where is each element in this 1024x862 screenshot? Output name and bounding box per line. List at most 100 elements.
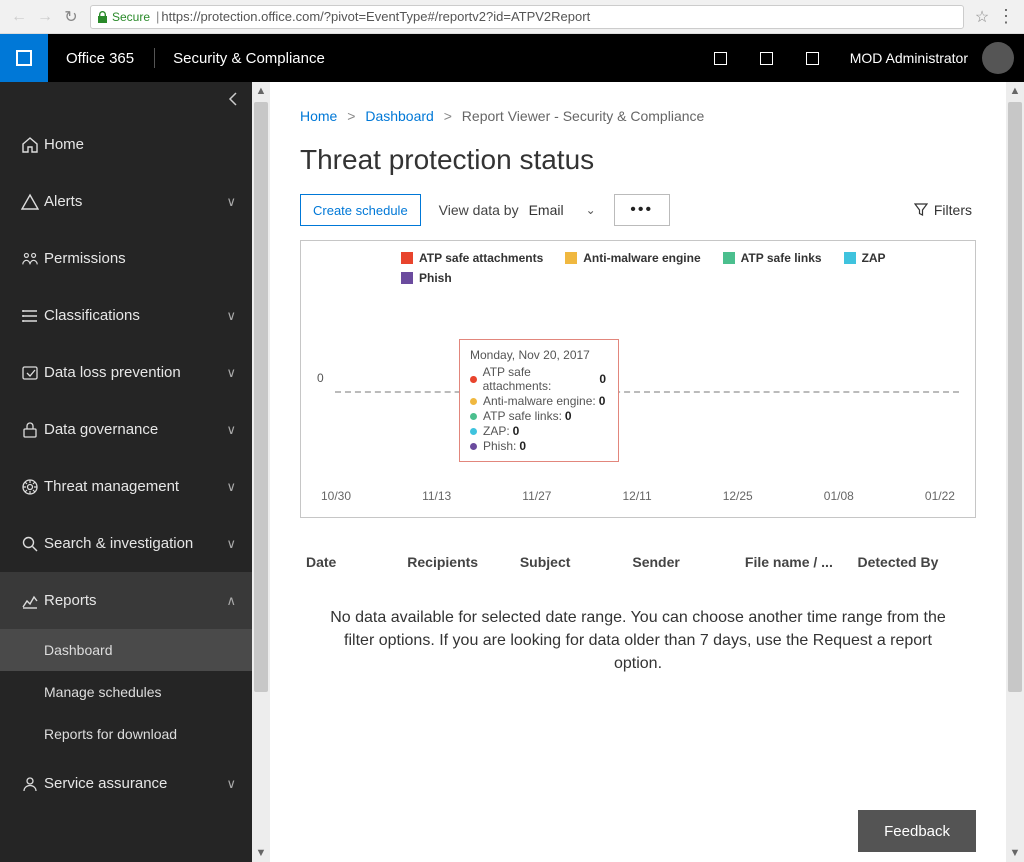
scroll-down-icon[interactable]: ▼ (252, 844, 270, 862)
header-icon-2[interactable] (744, 34, 790, 82)
tooltip-row: ATP safe attachments: 0 (470, 365, 606, 393)
x-tick: 11/27 (522, 489, 551, 503)
lock-icon (16, 421, 44, 439)
column-header[interactable]: Recipients (407, 554, 520, 570)
column-header[interactable]: Detected By (857, 554, 970, 570)
column-header[interactable]: Subject (520, 554, 633, 570)
app-title: Security & Compliance (157, 50, 341, 67)
scroll-up-icon[interactable]: ▲ (252, 82, 270, 100)
tooltip-dot (470, 428, 477, 435)
legend-label: Phish (419, 271, 452, 285)
sidebar-subitem-dashboard[interactable]: Dashboard (0, 629, 252, 671)
content-area: ▲ ▼ ▲ ▼ Home > Dashboard > Report Viewer… (252, 82, 1024, 862)
legend-label: ATP safe links (741, 251, 822, 265)
browser-menu-button[interactable]: ⋮ (994, 6, 1018, 27)
x-tick: 12/25 (723, 489, 753, 503)
sidebar-collapse[interactable] (0, 82, 252, 116)
secure-badge: Secure (97, 10, 150, 24)
header-icon-3[interactable] (790, 34, 836, 82)
user-avatar[interactable] (982, 42, 1014, 74)
reports-icon (16, 592, 44, 610)
tooltip-row: ZAP: 0 (470, 424, 606, 438)
create-schedule-button[interactable]: Create schedule (300, 194, 421, 226)
breadcrumb-home[interactable]: Home (300, 108, 337, 124)
chart-body: 0 Monday, Nov 20, 2017 ATP safe attachme… (317, 299, 959, 473)
legend-item[interactable]: Anti-malware engine (565, 251, 700, 265)
chevron-down-icon: ∨ (226, 194, 236, 210)
address-bar[interactable]: Secure | https://protection.office.com/?… (90, 5, 964, 29)
sidebar-item-label: Home (44, 136, 236, 153)
scroll-down-icon[interactable]: ▼ (1006, 844, 1024, 862)
breadcrumb-dashboard[interactable]: Dashboard (365, 108, 434, 124)
legend-item[interactable]: Phish (401, 271, 452, 285)
legend-item[interactable]: ATP safe links (723, 251, 822, 265)
sidebar-item-search-investigation[interactable]: Search & investigation∨ (0, 515, 252, 572)
filters-button[interactable]: Filters (914, 202, 972, 218)
secure-label: Secure (112, 10, 150, 24)
back-button[interactable]: ← (6, 4, 32, 30)
header-icon-1[interactable] (698, 34, 744, 82)
sidebar: HomeAlerts∨PermissionsClassifications∨Da… (0, 82, 252, 862)
scroll-thumb[interactable] (1008, 102, 1022, 692)
suite-header: Office 365 Security & Compliance MOD Adm… (0, 34, 1024, 82)
sidebar-item-label: Service assurance (44, 775, 226, 792)
column-header[interactable]: Date (306, 554, 407, 570)
user-name[interactable]: MOD Administrator (836, 50, 982, 66)
feedback-button[interactable]: Feedback (858, 810, 976, 852)
scroll-up-icon[interactable]: ▲ (1006, 82, 1024, 100)
x-tick: 12/11 (623, 489, 652, 503)
tooltip-dot (470, 443, 477, 450)
sidebar-item-classifications[interactable]: Classifications∨ (0, 287, 252, 344)
sidebar-item-data-loss-prevention[interactable]: Data loss prevention∨ (0, 344, 252, 401)
column-header[interactable]: File name / ... (745, 554, 858, 570)
sidebar-subitem-manage-schedules[interactable]: Manage schedules (0, 671, 252, 713)
app-launcher[interactable] (0, 34, 48, 82)
table-header: DateRecipientsSubjectSenderFile name / .… (270, 518, 1006, 582)
tooltip-row: Anti-malware engine: 0 (470, 394, 606, 408)
waffle-icon (16, 50, 32, 66)
suite-brand[interactable]: Office 365 (48, 50, 152, 67)
x-tick: 11/13 (422, 489, 451, 503)
sidebar-item-data-governance[interactable]: Data governance∨ (0, 401, 252, 458)
forward-button[interactable]: → (32, 4, 58, 30)
legend-item[interactable]: ATP safe attachments (401, 251, 543, 265)
legend-label: Anti-malware engine (583, 251, 700, 265)
scrollbar-right[interactable]: ▲ ▼ (1006, 82, 1024, 862)
sidebar-item-threat-management[interactable]: Threat management∨ (0, 458, 252, 515)
chevron-down-icon: ∨ (226, 536, 236, 552)
bookmark-button[interactable]: ☆ (970, 7, 994, 27)
legend-swatch (401, 272, 413, 284)
tooltip-dot (470, 413, 477, 420)
legend-item[interactable]: ZAP (844, 251, 886, 265)
legend-label: ZAP (862, 251, 886, 265)
filter-icon (914, 203, 928, 217)
no-data-message: No data available for selected date rang… (270, 582, 1006, 700)
dlp-icon (16, 364, 44, 382)
sidebar-item-service-assurance[interactable]: Service assurance∨ (0, 755, 252, 812)
filters-label: Filters (934, 202, 972, 218)
sidebar-item-label: Classifications (44, 307, 226, 324)
sidebar-item-reports[interactable]: Reports∧ (0, 572, 252, 629)
column-header[interactable]: Sender (632, 554, 745, 570)
more-actions-button[interactable]: ••• (614, 194, 670, 226)
sidebar-item-label: Reports (44, 592, 226, 609)
lock-icon (97, 11, 108, 23)
sidebar-item-alerts[interactable]: Alerts∨ (0, 173, 252, 230)
page: Home > Dashboard > Report Viewer - Secur… (270, 82, 1006, 862)
legend-swatch (723, 252, 735, 264)
permissions-icon (16, 250, 44, 268)
sidebar-item-permissions[interactable]: Permissions (0, 230, 252, 287)
class-icon (16, 307, 44, 325)
threat-icon (16, 478, 44, 496)
sidebar-subitem-reports-for-download[interactable]: Reports for download (0, 713, 252, 755)
browser-chrome: ← → ↻ Secure | https://protection.office… (0, 0, 1024, 34)
scrollbar-left[interactable]: ▲ ▼ (252, 82, 270, 862)
sidebar-item-home[interactable]: Home (0, 116, 252, 173)
scroll-thumb[interactable] (254, 102, 268, 692)
reload-button[interactable]: ↻ (58, 4, 84, 30)
chart: ATP safe attachments Anti-malware engine A… (300, 240, 976, 518)
page-title: Threat protection status (270, 124, 1006, 194)
breadcrumb-current: Report Viewer - Security & Compliance (462, 108, 705, 124)
search-icon (16, 535, 44, 553)
view-data-select[interactable]: Email ⌄ (529, 202, 596, 218)
